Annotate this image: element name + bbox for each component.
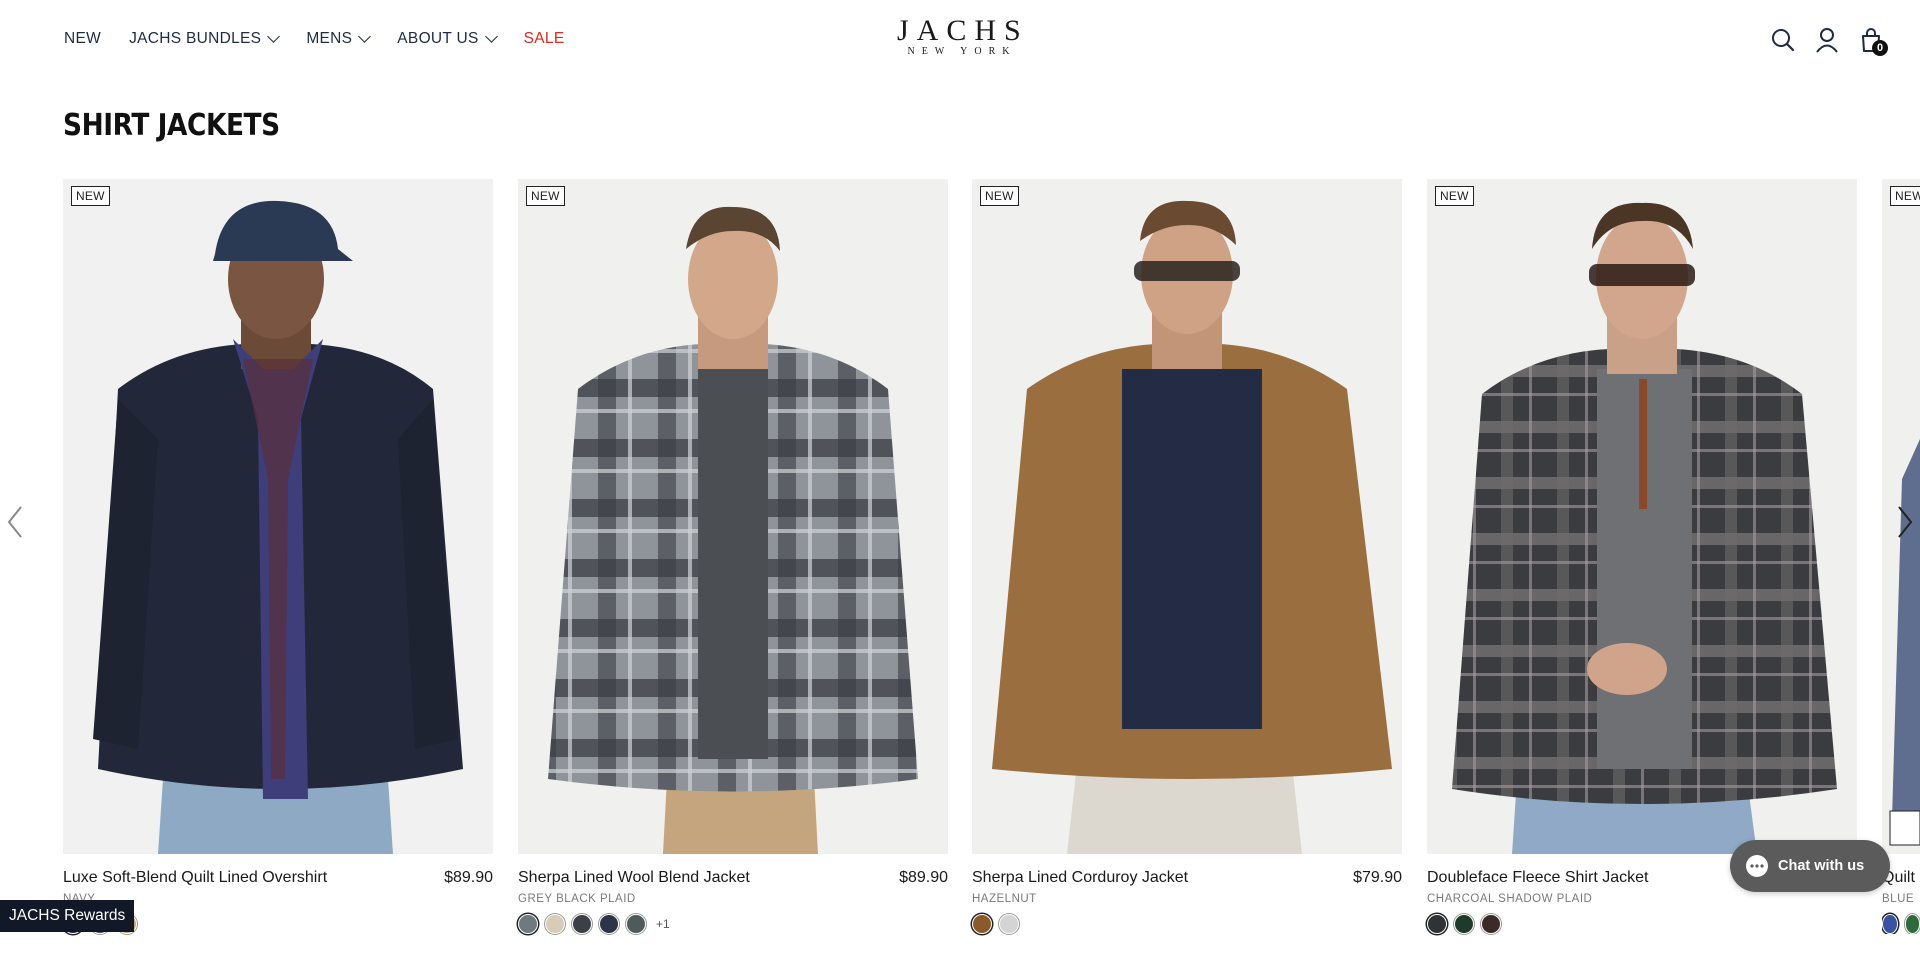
product-photo-figure xyxy=(972,179,1402,854)
more-colors-link[interactable]: +1 xyxy=(656,917,670,931)
nav-label: MENS xyxy=(306,30,353,47)
nav-item-sale[interactable]: SALE xyxy=(524,30,565,48)
new-badge: NEW xyxy=(71,186,110,206)
logo-wordmark: JACHS xyxy=(897,14,1029,47)
carousel-next-button[interactable] xyxy=(1896,504,1914,540)
product-name[interactable]: Sherpa Lined Corduroy Jacket xyxy=(972,869,1188,887)
color-name: CHARCOAL SHADOW PLAID xyxy=(1427,893,1593,905)
chat-widget-button[interactable]: Chat with us xyxy=(1730,840,1890,892)
color-swatches xyxy=(1882,914,1920,934)
new-badge: NEW xyxy=(1890,186,1920,206)
color-name: GREY BLACK PLAID xyxy=(518,893,636,905)
product-photo-figure xyxy=(1427,179,1857,854)
color-swatch[interactable] xyxy=(1882,914,1898,934)
chevron-down-icon xyxy=(267,30,281,43)
nav-item-new[interactable]: NEW xyxy=(64,30,101,48)
cart-icon[interactable]: 0 xyxy=(1858,26,1888,56)
product-name[interactable]: Sherpa Lined Wool Blend Jacket xyxy=(518,869,750,887)
header-icons: 0 xyxy=(1770,26,1888,56)
color-swatch[interactable] xyxy=(599,914,619,934)
product-name[interactable]: Luxe Soft-Blend Quilt Lined Overshirt xyxy=(63,869,327,887)
color-name: HAZELNUT xyxy=(972,893,1037,905)
nav-label: ABOUT US xyxy=(397,30,479,47)
cart-count-badge: 0 xyxy=(1872,40,1888,56)
nav-item-mens[interactable]: MENS xyxy=(306,30,372,48)
site-header: NEW JACHS BUNDLES MENS ABOUT US SALE JAC… xyxy=(0,0,1920,84)
chevron-down-icon xyxy=(484,30,498,43)
product-meta: Sherpa Lined Wool Blend Jacket $89.90 xyxy=(518,869,948,887)
color-swatch[interactable] xyxy=(572,914,592,934)
product-image[interactable]: NEW xyxy=(63,179,493,854)
brand-logo[interactable]: JACHS NEW YORK xyxy=(897,14,1027,57)
logo-subtitle: NEW YORK xyxy=(907,46,1017,57)
product-card[interactable]: NEW Doubleface Fleece Shirt Jacket CHARC… xyxy=(1427,179,1857,934)
color-swatch[interactable] xyxy=(1427,914,1447,934)
color-swatch[interactable] xyxy=(1454,914,1474,934)
product-card[interactable]: NEW Sherpa Lined Corduroy Jacket $79.90 … xyxy=(972,179,1402,934)
product-name[interactable]: Doubleface Fleece Shirt Jacket xyxy=(1427,869,1648,887)
product-image[interactable]: NEW xyxy=(518,179,948,854)
product-photo-figure xyxy=(518,179,948,854)
nav-label: SALE xyxy=(523,30,565,47)
color-swatch[interactable] xyxy=(626,914,646,934)
color-swatches: +1 xyxy=(518,914,948,934)
product-card[interactable]: NEW Sherpa Lined Wool Blend Jacket $89.9… xyxy=(518,179,948,934)
product-card[interactable]: NEW Luxe Soft-Blend Quilt Lined Overshir… xyxy=(63,179,493,934)
color-swatch[interactable] xyxy=(999,914,1019,934)
color-swatch[interactable] xyxy=(972,914,992,934)
main-nav: NEW JACHS BUNDLES MENS ABOUT US SALE xyxy=(64,30,565,48)
chat-label: Chat with us xyxy=(1778,858,1865,874)
product-price: $79.90 xyxy=(1353,869,1402,886)
page-title: SHIRT JACKETS xyxy=(63,108,280,143)
nav-item-jachs-bundles[interactable]: JACHS BUNDLES xyxy=(129,30,281,48)
product-image[interactable]: NEW xyxy=(1427,179,1857,854)
color-swatch[interactable] xyxy=(1904,914,1920,934)
chevron-right-icon xyxy=(1898,506,1913,538)
product-price: $89.90 xyxy=(899,869,948,886)
new-badge: NEW xyxy=(526,186,565,206)
chevron-down-icon xyxy=(358,30,372,43)
chat-bubble-icon xyxy=(1746,855,1768,877)
chevron-left-icon xyxy=(7,506,22,538)
new-badge: NEW xyxy=(1435,186,1474,206)
product-image[interactable]: NEW xyxy=(972,179,1402,854)
product-price: $89.90 xyxy=(444,869,493,886)
nav-item-about-us[interactable]: ABOUT US xyxy=(397,30,498,48)
color-swatches xyxy=(1427,914,1857,934)
product-meta: Sherpa Lined Corduroy Jacket $79.90 xyxy=(972,869,1402,887)
color-swatch[interactable] xyxy=(518,914,538,934)
product-photo-figure xyxy=(63,179,493,854)
account-icon[interactable] xyxy=(1814,26,1840,54)
product-meta: Luxe Soft-Blend Quilt Lined Overshirt $8… xyxy=(63,869,493,887)
color-name: BLUE xyxy=(1882,893,1915,905)
color-swatch[interactable] xyxy=(545,914,565,934)
product-card[interactable]: NEW Quilt BLUE xyxy=(1882,179,1920,934)
search-icon[interactable] xyxy=(1770,26,1796,54)
color-swatch[interactable] xyxy=(1481,914,1501,934)
rewards-button[interactable]: JACHS Rewards xyxy=(0,900,135,932)
carousel-prev-button[interactable] xyxy=(6,504,24,540)
nav-label: NEW xyxy=(64,30,102,47)
color-swatches xyxy=(972,914,1402,934)
new-badge: NEW xyxy=(980,186,1019,206)
nav-label: JACHS BUNDLES xyxy=(129,30,262,47)
